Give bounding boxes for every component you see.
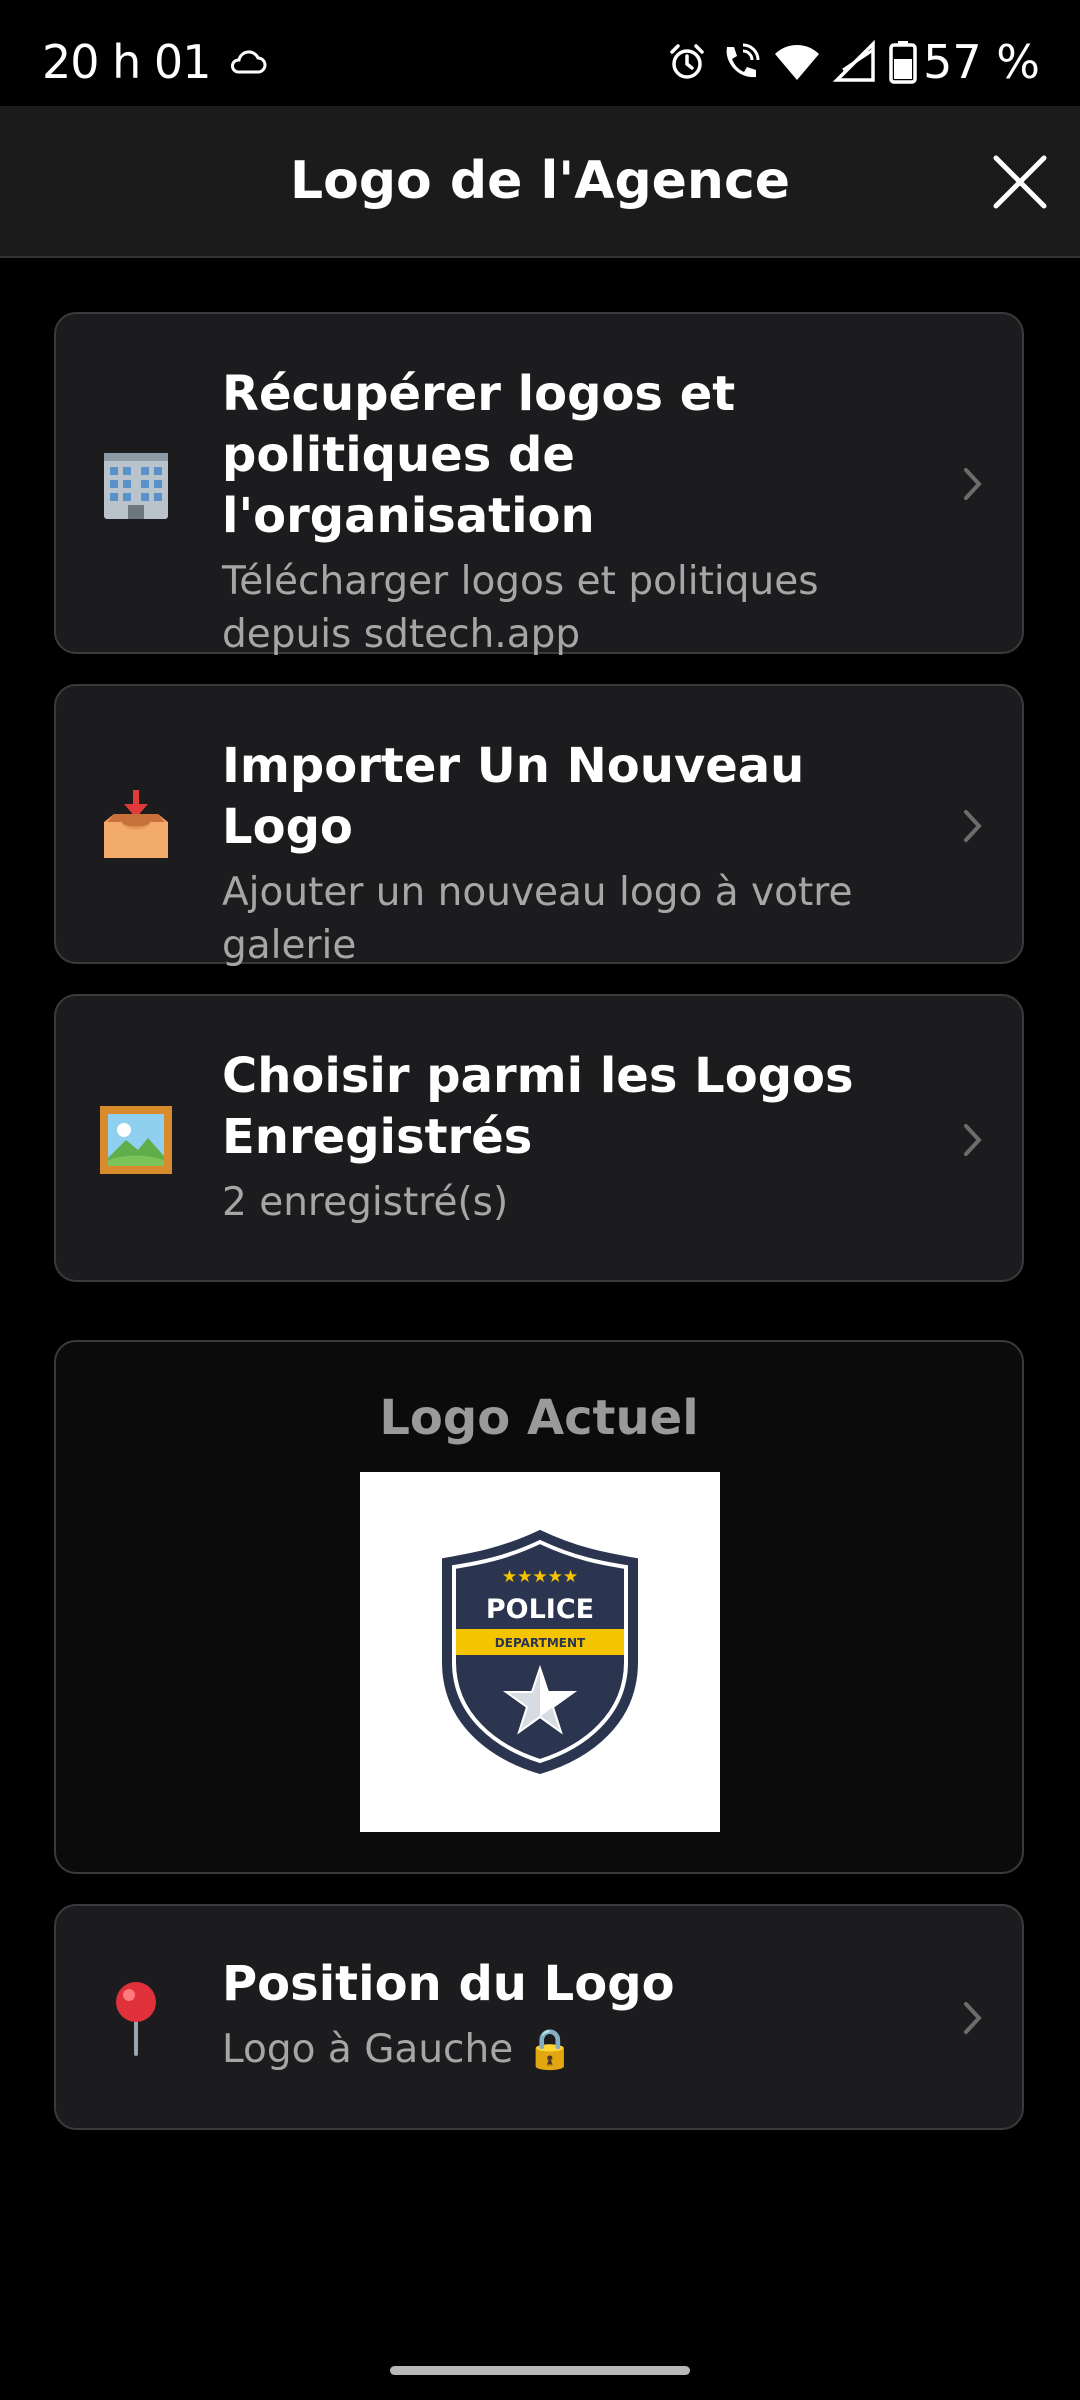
- wifi-call-icon: [707, 41, 761, 83]
- badge-stars: ★★★★★: [502, 1567, 578, 1587]
- card-title: Récupérer logos et politiques de l'organ…: [222, 366, 736, 544]
- status-bar: 20 h 01 57 %: [0, 0, 1080, 105]
- status-icons: 57 %: [655, 32, 1040, 92]
- card-text: Position du Logo Logo à Gauche 🔒: [222, 1954, 942, 2076]
- close-icon: [993, 155, 1047, 209]
- logo-position-button[interactable]: Position du Logo Logo à Gauche 🔒: [54, 1904, 1024, 2130]
- home-indicator[interactable]: [390, 2366, 690, 2375]
- badge-text: POLICE: [486, 1594, 594, 1625]
- close-button[interactable]: [980, 142, 1060, 222]
- card-text: Choisir parmi les Logos Enregistrés 2 en…: [222, 1046, 942, 1229]
- page-title: Logo de l'Agence: [289, 151, 791, 211]
- wifi-icon: [761, 42, 821, 82]
- current-logo-image: ★★★★★ POLICE DEPARTMENT: [360, 1472, 720, 1832]
- battery-percentage: 57 %: [923, 35, 1040, 89]
- framed-picture-icon: [98, 1102, 174, 1178]
- card-title: Choisir parmi les Logos Enregistrés: [222, 1048, 854, 1165]
- card-subtitle: Télécharger logos et politiques depuis s…: [222, 559, 819, 657]
- card-subtitle: 2 enregistré(s): [222, 1180, 509, 1225]
- cloud-icon: [228, 46, 268, 78]
- pushpin-icon: [98, 1980, 174, 2056]
- choose-saved-logos-button[interactable]: Choisir parmi les Logos Enregistrés 2 en…: [54, 994, 1024, 1282]
- inbox-tray-icon: [98, 788, 174, 864]
- office-building-icon: [98, 447, 174, 523]
- card-title: Importer Un Nouveau Logo: [222, 738, 805, 855]
- card-title: Position du Logo: [222, 1956, 675, 2012]
- card-text: Importer Un Nouveau Logo Ajouter un nouv…: [222, 736, 942, 972]
- current-logo-title: Logo Actuel: [379, 1390, 699, 1446]
- badge-band-text: DEPARTMENT: [495, 1636, 586, 1650]
- fetch-organization-logos-button[interactable]: Récupérer logos et politiques de l'organ…: [54, 312, 1024, 657]
- import-new-logo-button[interactable]: Importer Un Nouveau Logo Ajouter un nouv…: [54, 684, 1024, 968]
- card-subtitle: Logo à Gauche 🔒: [222, 2027, 575, 2072]
- battery-icon: [877, 40, 917, 84]
- chevron-right-icon: [964, 810, 982, 842]
- card-text: Récupérer logos et politiques de l'organ…: [222, 364, 942, 661]
- chevron-right-icon: [964, 468, 982, 500]
- current-logo-panel: Logo Actuel ★★★★★ POLICE DEPARTMENT: [54, 1340, 1024, 1874]
- police-badge-logo: ★★★★★ POLICE DEPARTMENT: [442, 1529, 638, 1775]
- alarm-icon: [655, 42, 707, 82]
- chevron-right-icon: [964, 1124, 982, 1156]
- card-subtitle: Ajouter un nouveau logo à votre galerie: [222, 870, 853, 968]
- header: Logo de l'Agence: [0, 106, 1080, 258]
- status-time: 20 h 01: [42, 35, 211, 89]
- signal-icon: [821, 40, 877, 84]
- chevron-right-icon: [964, 2002, 982, 2034]
